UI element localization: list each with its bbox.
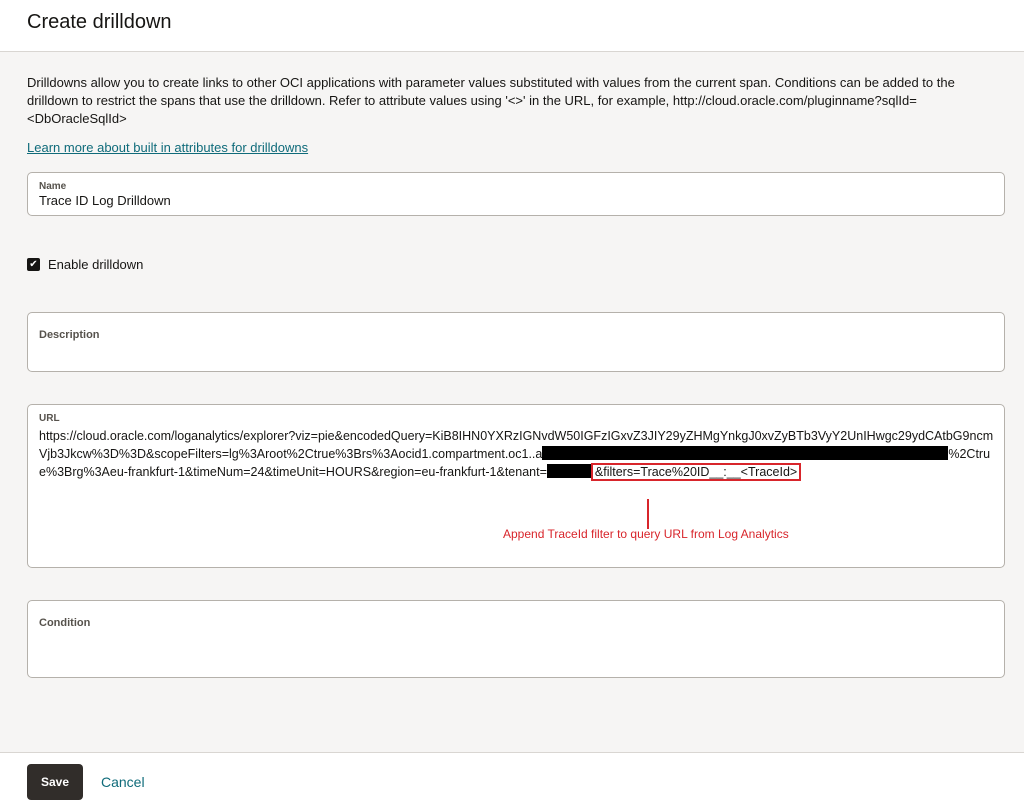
enable-drilldown-row[interactable]: ✔ Enable drilldown: [27, 255, 143, 273]
name-field[interactable]: Name Trace ID Log Drilldown: [27, 172, 1005, 216]
url-field[interactable]: URL https://cloud.oracle.com/loganalytic…: [27, 404, 1005, 568]
save-button[interactable]: Save: [27, 764, 83, 800]
annotation-text: Append TraceId filter to query URL from …: [503, 527, 789, 541]
name-label: Name: [39, 181, 67, 192]
intro-text: Drilldowns allow you to create links to …: [27, 75, 955, 126]
cancel-button[interactable]: Cancel: [101, 774, 145, 790]
enable-drilldown-label[interactable]: Enable drilldown: [48, 257, 143, 272]
redacted-tenant: [546, 464, 591, 478]
redacted-compartment: [542, 446, 949, 460]
panel-header: Create drilldown: [0, 0, 1024, 52]
description-label: Description: [39, 329, 100, 341]
enable-drilldown-checkbox[interactable]: ✔: [27, 257, 40, 271]
page-title: Create drilldown: [27, 11, 172, 33]
panel-footer: Save Cancel: [0, 752, 1024, 805]
url-label: URL: [39, 413, 60, 424]
learn-more-link[interactable]: Learn more about built in attributes for…: [27, 140, 308, 155]
condition-label: Condition: [39, 617, 91, 629]
annotation-pointer: [647, 499, 649, 529]
description-field[interactable]: Description: [27, 312, 1005, 372]
name-input[interactable]: Trace ID Log Drilldown: [39, 193, 171, 208]
condition-field[interactable]: Condition: [27, 600, 1005, 678]
url-input[interactable]: https://cloud.oracle.com/loganalytics/ex…: [39, 427, 995, 481]
highlighted-filter: &filters=Trace%20ID__:__<TraceId>: [590, 463, 802, 481]
